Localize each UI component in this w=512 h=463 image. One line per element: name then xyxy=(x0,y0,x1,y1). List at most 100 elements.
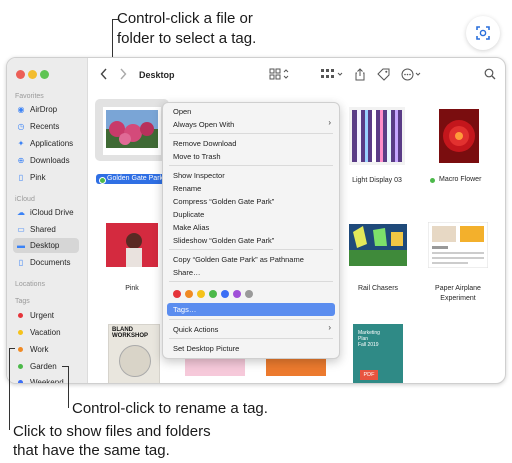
file-label-light-display-03[interactable]: Light Display 03 xyxy=(344,176,410,185)
tag-dot-icon xyxy=(18,330,23,335)
chevron-right-icon xyxy=(120,68,127,80)
menu-item-open[interactable]: Open xyxy=(173,106,191,117)
zoom-window-button[interactable] xyxy=(40,70,49,79)
tag-button[interactable] xyxy=(377,68,390,86)
file-label-text: Golden Gate Park xyxy=(107,175,164,182)
sidebar-section-favorites: Favorites xyxy=(15,93,44,100)
tag-color-red[interactable] xyxy=(173,290,181,298)
sidebar-tag-label: Garden xyxy=(30,362,57,371)
desktop-icon: ▬ xyxy=(17,241,25,250)
tag-dot-icon xyxy=(18,313,23,318)
sidebar-item-label: Pink xyxy=(30,173,46,182)
menu-separator xyxy=(169,338,333,339)
sidebar-tag-label: Vacation xyxy=(30,328,61,337)
menu-item-always-open-with[interactable]: Always Open With xyxy=(173,119,234,130)
search-button[interactable] xyxy=(484,68,496,85)
tag-color-green[interactable] xyxy=(209,290,217,298)
sidebar-item-recents[interactable]: ◷ Recents xyxy=(13,119,79,134)
file-label-macro-flower[interactable]: Macro Flower xyxy=(428,175,494,185)
sidebar-item-shared[interactable]: ▭ Shared xyxy=(13,222,79,237)
group-by-button[interactable] xyxy=(320,68,344,85)
tag-color-gray[interactable] xyxy=(245,290,253,298)
file-paper-airplane-thumbnail[interactable] xyxy=(428,222,488,268)
file-rail-chasers-thumbnail[interactable] xyxy=(347,222,409,268)
sidebar-tag-vacation[interactable]: Vacation xyxy=(13,325,79,340)
sidebar-item-label: Documents xyxy=(30,258,71,267)
sidebar-item-label: Downloads xyxy=(30,156,70,165)
document-icon: ▯ xyxy=(18,173,24,182)
sidebar-item-documents[interactable]: ▯ Documents xyxy=(13,255,79,270)
menu-item-duplicate[interactable]: Duplicate xyxy=(173,209,204,220)
more-actions-button[interactable] xyxy=(401,68,423,86)
sidebar-item-label: iCloud Drive xyxy=(30,208,74,217)
viewfinder-icon xyxy=(476,26,490,40)
file-pink-thumbnail[interactable] xyxy=(104,221,160,269)
sidebar-tag-garden[interactable]: Garden xyxy=(13,359,79,374)
callout-rename-tag: Control-click to rename a tag. xyxy=(72,400,268,417)
sidebar-item-label: Recents xyxy=(30,122,60,131)
sidebar-item-label: Shared xyxy=(30,225,56,234)
share-icon xyxy=(355,68,365,81)
file-label-rail-chasers[interactable]: Rail Chasers xyxy=(345,284,411,293)
file-label-text: Macro Flower xyxy=(439,176,482,183)
sidebar-tag-weekend[interactable]: Weekend xyxy=(13,375,79,383)
menu-item-compress[interactable]: Compress “Golden Gate Park” xyxy=(173,196,274,207)
menu-item-share[interactable]: Share… xyxy=(173,267,201,278)
menu-item-show-inspector[interactable]: Show Inspector xyxy=(173,170,225,181)
sidebar-section-tags: Tags xyxy=(15,298,30,305)
file-marketing-line3: Fall 2019 xyxy=(358,342,379,348)
file-label-golden-gate-park[interactable]: Golden Gate Park xyxy=(96,174,172,184)
sidebar-item-icloud-drive[interactable]: ☁ iCloud Drive xyxy=(13,205,79,220)
callout-show-tagged-line2: that have the same tag. xyxy=(13,442,170,459)
tag-color-yellow[interactable] xyxy=(197,290,205,298)
close-window-button[interactable] xyxy=(16,70,25,79)
finder-window: Favorites ◉ AirDrop ◷ Recents ✦ Application… xyxy=(6,57,506,384)
sidebar-item-pink[interactable]: ▯ Pink xyxy=(13,170,79,185)
menu-item-make-alias[interactable]: Make Alias xyxy=(173,222,209,233)
view-icon-button[interactable] xyxy=(269,68,289,85)
sidebar-item-applications[interactable]: ✦ Applications xyxy=(13,136,79,151)
callout-select-tag-line2: folder to select a tag. xyxy=(117,30,257,47)
sidebar-tag-urgent[interactable]: Urgent xyxy=(13,308,79,323)
tag-color-purple[interactable] xyxy=(233,290,241,298)
menu-separator xyxy=(169,249,333,250)
file-label-pink[interactable]: Pink xyxy=(99,284,165,293)
sidebar-tag-work[interactable]: Work xyxy=(13,342,79,357)
sidebar-item-airdrop[interactable]: ◉ AirDrop xyxy=(13,102,79,117)
file-label-paper-airplane-line1[interactable]: Paper Airplane xyxy=(424,284,492,293)
menu-item-copy-pathname[interactable]: Copy “Golden Gate Park” as Pathname xyxy=(173,254,304,265)
menu-item-slideshow[interactable]: Slideshow “Golden Gate Park” xyxy=(173,235,274,246)
menu-item-move-to-trash[interactable]: Move to Trash xyxy=(173,151,221,162)
file-orange-thumbnail[interactable] xyxy=(266,358,326,376)
menu-item-quick-actions[interactable]: Quick Actions xyxy=(173,324,218,335)
menu-item-tags-highlight[interactable]: Tags… xyxy=(167,303,335,316)
airdrop-icon: ◉ xyxy=(17,105,25,114)
screenshot-button[interactable] xyxy=(466,16,500,50)
file-light-display-03-thumbnail[interactable] xyxy=(349,107,405,165)
shared-folder-icon: ▭ xyxy=(17,225,25,234)
menu-separator xyxy=(169,281,333,282)
share-button[interactable] xyxy=(355,68,365,86)
tag-color-orange[interactable] xyxy=(185,290,193,298)
callout-leader-line xyxy=(68,366,69,408)
file-golden-gate-park-thumbnail[interactable] xyxy=(103,107,161,155)
sidebar-item-desktop[interactable]: ▬ Desktop xyxy=(13,238,79,253)
search-icon xyxy=(484,68,496,80)
tag-color-blue[interactable] xyxy=(221,290,229,298)
menu-item-remove-download[interactable]: Remove Download xyxy=(173,138,236,149)
file-macro-flower-thumbnail[interactable] xyxy=(437,107,481,165)
sidebar-item-downloads[interactable]: ⊕ Downloads xyxy=(13,153,79,168)
cloud-icon: ☁ xyxy=(17,208,25,217)
clock-icon: ◷ xyxy=(17,122,25,131)
menu-item-rename[interactable]: Rename xyxy=(173,183,201,194)
menu-item-set-desktop-picture[interactable]: Set Desktop Picture xyxy=(173,343,239,354)
grid-view-icon xyxy=(269,68,289,80)
forward-button[interactable] xyxy=(119,68,127,85)
tag-dot-icon xyxy=(18,347,23,352)
tag-dot-icon xyxy=(430,177,435,183)
file-pink-card-thumbnail[interactable] xyxy=(185,358,245,376)
minimize-window-button[interactable] xyxy=(28,70,37,79)
file-label-paper-airplane-line2[interactable]: Experiment xyxy=(424,294,492,303)
file-bland-workshop-thumbnail[interactable]: BLAND WORKSHOP xyxy=(108,324,160,383)
back-button[interactable] xyxy=(100,68,108,85)
